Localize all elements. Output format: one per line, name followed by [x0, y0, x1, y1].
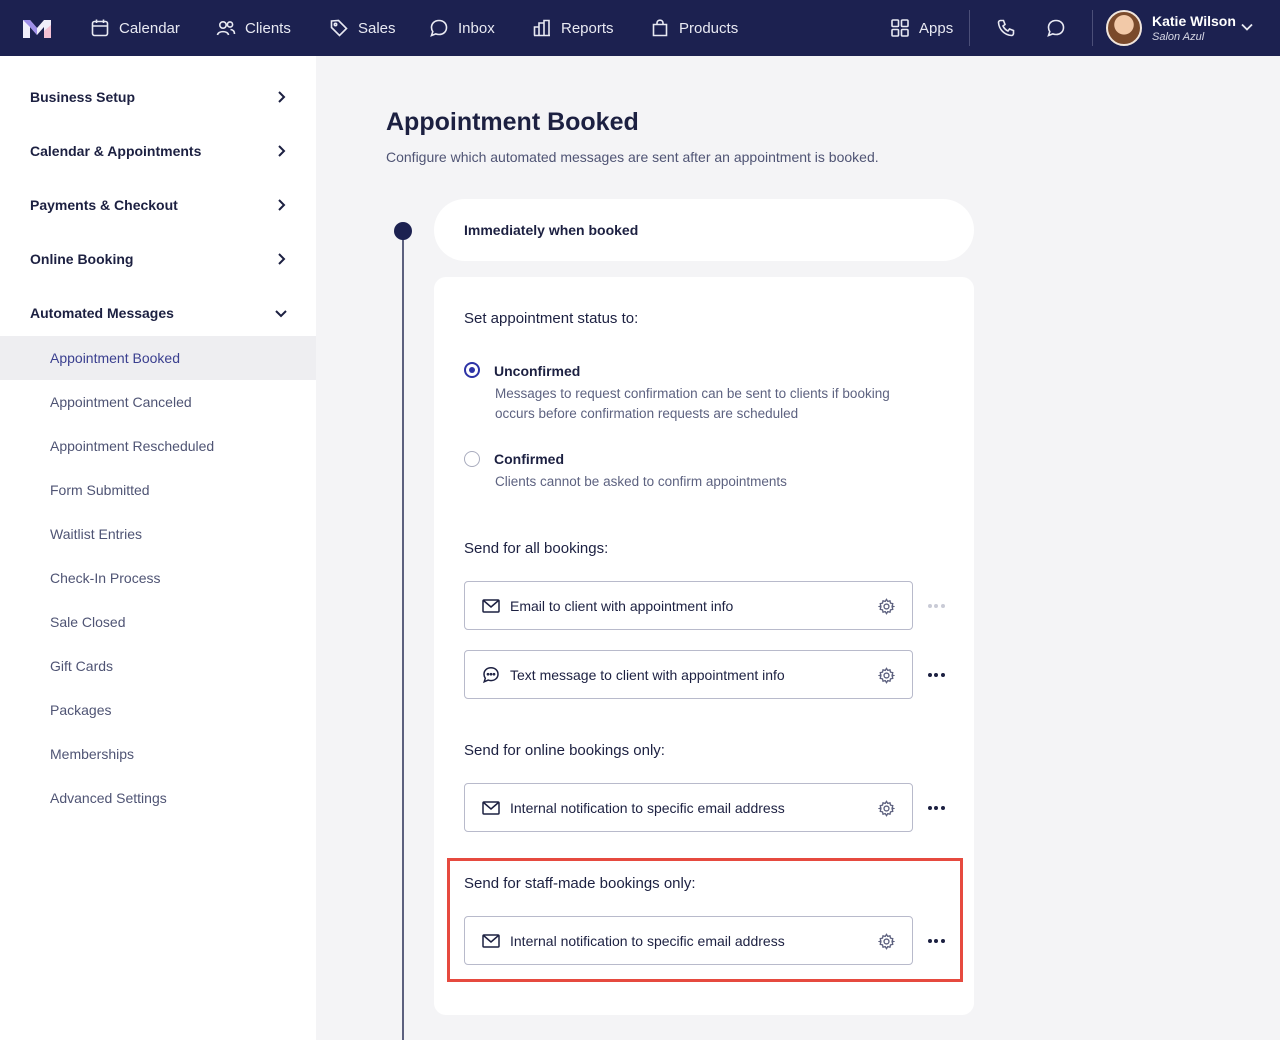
- inbox-icon: [430, 19, 448, 37]
- sidebar-item-form-submitted[interactable]: Form Submitted: [0, 468, 316, 512]
- nav-products-label: Products: [679, 19, 739, 37]
- shopping-bag-icon: [652, 19, 668, 37]
- message-email-client-info[interactable]: Email to client with appointment info: [464, 581, 913, 630]
- chat-icon: [1047, 19, 1065, 37]
- sidebar-section-label: Online Booking: [30, 251, 134, 267]
- nav-apps[interactable]: Apps: [890, 0, 953, 56]
- chevron-down-icon[interactable]: [1240, 20, 1254, 34]
- status-heading: Set appointment status to:: [464, 310, 639, 327]
- radio-confirmed-description: Clients cannot be asked to confirm appoi…: [495, 474, 787, 489]
- gear-icon[interactable]: [878, 598, 895, 615]
- gear-icon[interactable]: [878, 667, 895, 684]
- sidebar-item-appointment-rescheduled[interactable]: Appointment Rescheduled: [0, 424, 316, 468]
- nav-inbox[interactable]: Inbox: [429, 0, 495, 56]
- radio-confirmed[interactable]: [464, 451, 480, 467]
- sidebar-section-business-setup[interactable]: Business Setup: [0, 70, 316, 124]
- chevron-down-icon: [275, 310, 287, 318]
- sidebar-item-gift-cards[interactable]: Gift Cards: [0, 644, 316, 688]
- gear-icon[interactable]: [878, 800, 895, 817]
- timeline-dot: [394, 222, 412, 240]
- trigger-card: Immediately when booked: [434, 199, 974, 261]
- brand-logo[interactable]: [22, 17, 52, 39]
- nav-reports[interactable]: Reports: [532, 0, 614, 56]
- sidebar-section-automated-messages[interactable]: Automated Messages: [0, 286, 316, 340]
- nav-inbox-label: Inbox: [458, 19, 495, 37]
- message-label: Internal notification to specific email …: [510, 800, 785, 816]
- nav-products[interactable]: Products: [650, 0, 738, 56]
- sidebar-item-sale-closed[interactable]: Sale Closed: [0, 600, 316, 644]
- sidebar-section-label: Calendar & Appointments: [30, 143, 202, 159]
- timeline-line: [402, 232, 404, 1040]
- nav-clients-label: Clients: [245, 19, 291, 37]
- nav-divider: [1092, 10, 1093, 46]
- radio-confirmed-label[interactable]: Confirmed: [494, 451, 564, 467]
- tag-icon: [330, 19, 348, 37]
- user-business: Salon Azul: [1152, 31, 1205, 43]
- nav-calendar-label: Calendar: [119, 19, 180, 37]
- phone-button[interactable]: [996, 0, 1016, 56]
- message-text-client-info[interactable]: Text message to client with appointment …: [464, 650, 913, 699]
- group-heading-online-bookings: Send for online bookings only:: [464, 742, 665, 759]
- nav-calendar[interactable]: Calendar: [90, 0, 180, 56]
- chat-button[interactable]: [1046, 0, 1066, 56]
- settings-sidebar: Business Setup Calendar & Appointments P…: [0, 56, 316, 1040]
- trigger-label: Immediately when booked: [464, 222, 639, 238]
- group-heading-all-bookings: Send for all bookings:: [464, 540, 609, 557]
- radio-unconfirmed[interactable]: [464, 362, 480, 378]
- sidebar-section-label: Business Setup: [30, 89, 136, 105]
- sidebar-item-memberships[interactable]: Memberships: [0, 732, 316, 776]
- envelope-icon: [482, 801, 500, 815]
- sidebar-section-online-booking[interactable]: Online Booking: [0, 232, 316, 286]
- nav-sales-label: Sales: [358, 19, 396, 37]
- sidebar-section-label: Payments & Checkout: [30, 197, 178, 213]
- sidebar-item-appointment-canceled[interactable]: Appointment Canceled: [0, 380, 316, 424]
- envelope-icon: [482, 599, 500, 613]
- nav-divider: [969, 10, 970, 46]
- chevron-right-icon: [278, 91, 286, 103]
- radio-unconfirmed-description: Messages to request confirmation can be …: [495, 386, 890, 421]
- radio-unconfirmed-label[interactable]: Unconfirmed: [494, 363, 580, 379]
- chevron-right-icon: [278, 145, 286, 157]
- nav-apps-label: Apps: [919, 19, 954, 37]
- nav-sales[interactable]: Sales: [329, 0, 396, 56]
- sidebar-section-calendar-appointments[interactable]: Calendar & Appointments: [0, 124, 316, 178]
- sidebar-section-payments-checkout[interactable]: Payments & Checkout: [0, 178, 316, 232]
- more-options-button[interactable]: [926, 665, 946, 685]
- users-icon: [216, 20, 236, 36]
- message-label: Text message to client with appointment …: [510, 667, 785, 683]
- reports-icon: [533, 19, 550, 37]
- page-subtitle: Configure which automated messages are s…: [386, 149, 879, 165]
- sidebar-item-waitlist-entries[interactable]: Waitlist Entries: [0, 512, 316, 556]
- nav-reports-label: Reports: [561, 19, 614, 37]
- highlight-box: [447, 858, 963, 982]
- user-name[interactable]: Katie Wilson: [1152, 13, 1236, 29]
- sidebar-item-check-in-process[interactable]: Check-In Process: [0, 556, 316, 600]
- chevron-right-icon: [278, 199, 286, 211]
- sidebar-item-packages[interactable]: Packages: [0, 688, 316, 732]
- apps-grid-icon: [891, 19, 909, 37]
- message-label: Email to client with appointment info: [510, 598, 734, 614]
- sidebar-item-advanced-settings[interactable]: Advanced Settings: [0, 776, 316, 820]
- more-options-button[interactable]: [926, 596, 946, 616]
- chat-bubble-icon: [482, 667, 499, 684]
- top-navigation-bar: Calendar Clients Sales Inbox Reports Pro…: [0, 0, 1280, 56]
- sidebar-section-label: Automated Messages: [30, 305, 174, 321]
- message-internal-email-online[interactable]: Internal notification to specific email …: [464, 783, 913, 832]
- avatar[interactable]: [1106, 10, 1142, 46]
- chevron-right-icon: [278, 253, 286, 265]
- phone-icon: [997, 19, 1015, 37]
- nav-clients[interactable]: Clients: [216, 0, 291, 56]
- more-options-button[interactable]: [926, 798, 946, 818]
- sidebar-item-appointment-booked[interactable]: Appointment Booked: [0, 336, 316, 380]
- page-title: Appointment Booked: [386, 108, 639, 136]
- calendar-icon: [91, 19, 109, 37]
